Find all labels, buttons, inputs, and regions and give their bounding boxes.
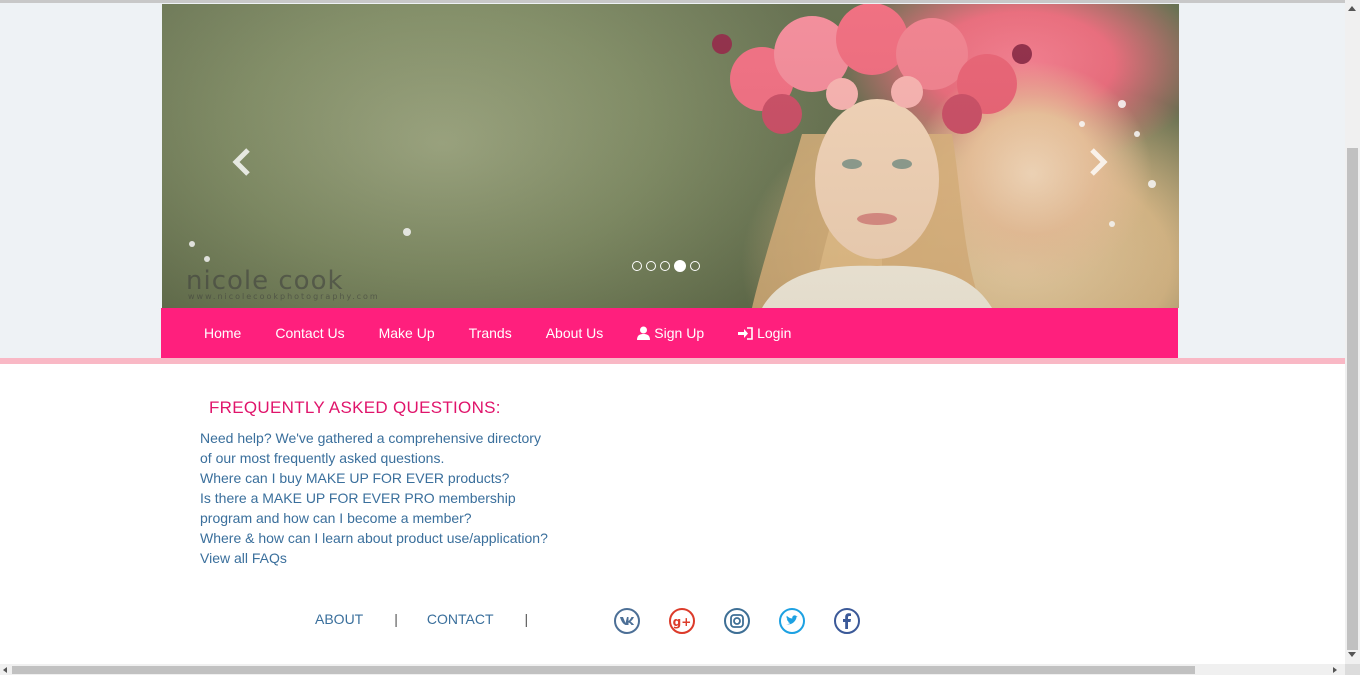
user-icon bbox=[637, 326, 651, 340]
carousel-prev-button[interactable] bbox=[228, 144, 258, 180]
nav-divider bbox=[0, 358, 1345, 364]
carousel-indicator[interactable] bbox=[660, 261, 670, 271]
scrollbar-corner bbox=[1345, 664, 1360, 675]
footer-separator: | bbox=[524, 611, 529, 627]
horizontal-scroll-thumb[interactable] bbox=[12, 666, 1195, 674]
twitter-icon[interactable] bbox=[778, 607, 806, 635]
scroll-right-arrow-icon[interactable] bbox=[1333, 667, 1337, 673]
faq-line[interactable]: Need help? We've gathered a comprehensiv… bbox=[200, 428, 580, 448]
instagram-icon[interactable] bbox=[723, 607, 751, 635]
carousel-indicator[interactable] bbox=[632, 261, 642, 271]
chevron-left-icon bbox=[232, 148, 250, 176]
nav-trands[interactable]: Trands bbox=[452, 325, 529, 341]
google-plus-icon[interactable]: g+ bbox=[668, 607, 696, 635]
nav-home[interactable]: Home bbox=[187, 325, 258, 341]
footer-about-link[interactable]: ABOUT bbox=[315, 611, 363, 627]
nav-contact-us-label: Contact Us bbox=[275, 325, 345, 341]
nav-make-up[interactable]: Make Up bbox=[362, 325, 452, 341]
scroll-left-arrow-icon[interactable] bbox=[3, 667, 7, 673]
footer-links: ABOUT | CONTACT | bbox=[315, 611, 528, 627]
chevron-right-icon bbox=[1090, 148, 1108, 176]
nav-login[interactable]: Login bbox=[721, 325, 808, 341]
nav-login-label: Login bbox=[757, 325, 792, 341]
browser-top-border bbox=[0, 0, 1345, 3]
hero-carousel: nicole cook www.nicolecookphotography.co… bbox=[162, 4, 1179, 308]
scroll-up-arrow-icon[interactable] bbox=[1348, 6, 1356, 11]
faq-list: Need help? We've gathered a comprehensiv… bbox=[200, 428, 580, 568]
carousel-indicators bbox=[632, 260, 700, 272]
faq-line[interactable]: program and how can I become a member? bbox=[200, 508, 580, 528]
nav-about-us[interactable]: About Us bbox=[529, 325, 621, 341]
faq-title: FREQUENTLY ASKED QUESTIONS: bbox=[209, 398, 501, 417]
nav-trands-label: Trands bbox=[468, 325, 512, 341]
scroll-down-arrow-icon[interactable] bbox=[1348, 652, 1356, 657]
facebook-icon[interactable] bbox=[833, 607, 861, 635]
footer-separator: | bbox=[394, 611, 398, 627]
footer-contact-link[interactable]: CONTACT bbox=[427, 611, 494, 627]
svg-text:g+: g+ bbox=[673, 615, 692, 629]
horizontal-scrollbar[interactable] bbox=[0, 664, 1345, 675]
faq-line[interactable]: Where & how can I learn about product us… bbox=[200, 528, 580, 548]
nav-contact-us[interactable]: Contact Us bbox=[258, 325, 361, 341]
carousel-next-button[interactable] bbox=[1082, 144, 1112, 180]
faq-line[interactable]: of our most frequently asked questions. bbox=[200, 448, 580, 468]
vertical-scroll-thumb[interactable] bbox=[1347, 148, 1358, 650]
vertical-scrollbar[interactable] bbox=[1345, 0, 1360, 675]
nav-about-us-label: About Us bbox=[545, 325, 604, 341]
faq-line[interactable]: Is there a MAKE UP FOR EVER PRO membersh… bbox=[200, 488, 580, 508]
nav-sign-up[interactable]: Sign Up bbox=[620, 325, 721, 341]
faq-view-all-link[interactable]: View all FAQs bbox=[200, 548, 580, 568]
main-navbar: Home Contact Us Make Up Trands About Us … bbox=[161, 308, 1178, 358]
nav-sign-up-label: Sign Up bbox=[654, 325, 705, 341]
carousel-indicator[interactable] bbox=[646, 261, 656, 271]
login-icon bbox=[738, 326, 753, 340]
nav-home-label: Home bbox=[204, 325, 242, 341]
vk-icon[interactable] bbox=[613, 607, 641, 635]
carousel-indicator-active[interactable] bbox=[674, 260, 686, 272]
photo-watermark-url: www.nicolecookphotography.com bbox=[188, 292, 380, 301]
carousel-indicator[interactable] bbox=[690, 261, 700, 271]
nav-make-up-label: Make Up bbox=[378, 325, 435, 341]
faq-line[interactable]: Where can I buy MAKE UP FOR EVER product… bbox=[200, 468, 580, 488]
